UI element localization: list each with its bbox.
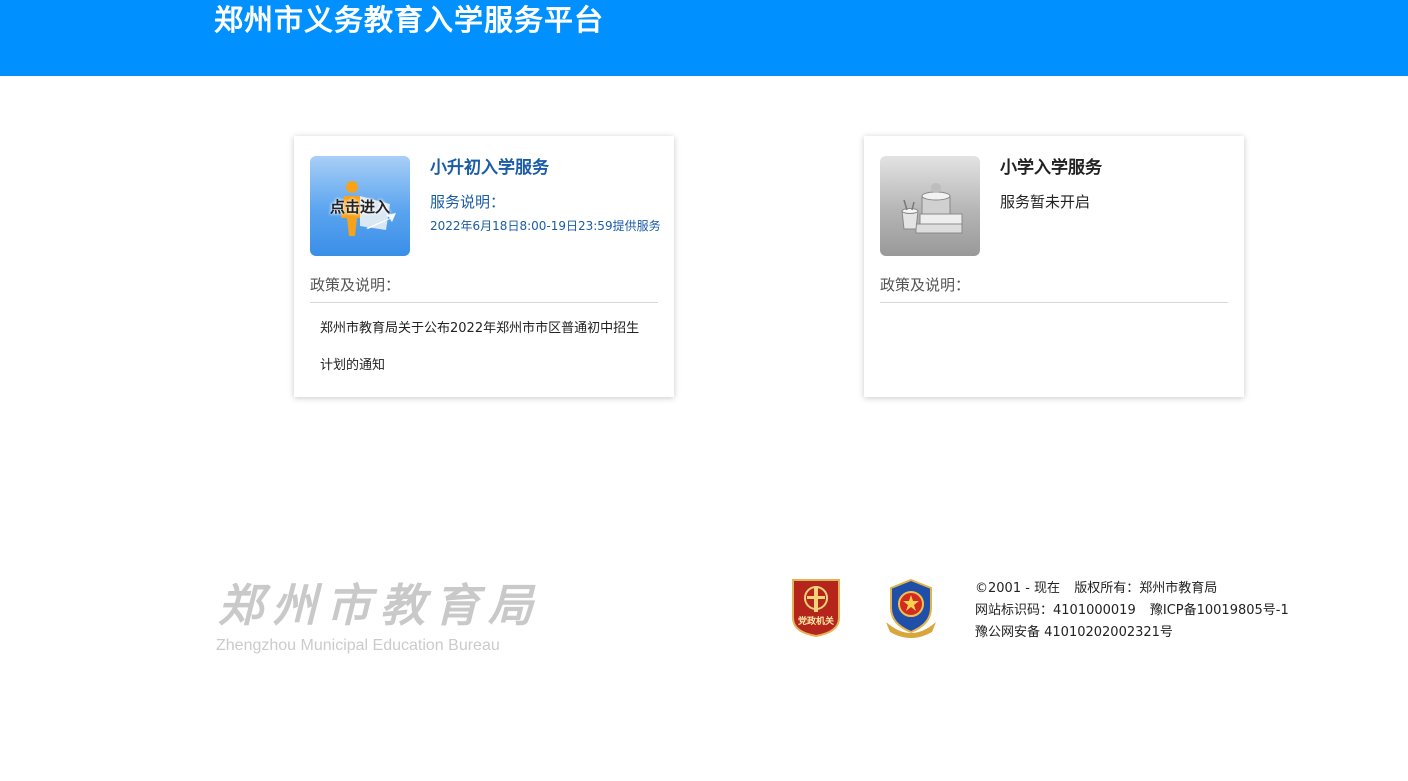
service-status-text: 服务暂未开启 [1000,193,1091,211]
copyright-info: ©2001 - 现在 版权所有：郑州市教育局 网站标识码：4101000019 … [975,578,1299,644]
primary-school-thumbnail[interactable] [880,156,980,256]
police-badge[interactable] [880,576,942,640]
primary-school-service-card: 小学入学服务 服务暂未开启 政策及说明： [864,136,1244,397]
copyright-line-1: ©2001 - 现在 版权所有：郑州市教育局 [975,578,1299,600]
copyright-line-2: 网站标识码：4101000019 豫ICP备10019805号-1 [975,600,1299,622]
icp-record-link[interactable]: 豫ICP备10019805号-1 [1150,603,1289,618]
divider [880,302,1228,303]
logo-english-text: Zhengzhou Municipal Education Bureau [216,637,500,654]
header-bar: 郑州市义务教育入学服务平台 [0,0,1408,76]
policy-label: 政策及说明： [880,276,971,294]
copyright-owner: 版权所有：郑州市教育局 [1074,581,1218,596]
party-badge-text: 党政机关 [797,617,834,627]
junior-school-enter-thumbnail[interactable]: 点击进入 [310,156,410,256]
primary-school-service-title: 小学入学服务 [1000,158,1102,178]
education-bureau-logo: 郑州市教育局 Zhengzhou Municipal Education Bur… [214,578,533,658]
divider [310,302,658,303]
site-title: 郑州市义务教育入学服务平台 [214,3,605,37]
public-security-record-link[interactable]: 豫公网安备 41010202002321号 [975,622,1299,644]
books-and-pencil-cup-icon [901,183,963,234]
copyright-years: ©2001 - 现在 [975,581,1061,596]
party-government-badge-icon [792,579,840,638]
policy-label: 政策及说明： [310,276,401,294]
party-government-badge[interactable]: 党政机关 [789,576,843,638]
site-id-code: 网站标识码：4101000019 [975,603,1136,618]
thumb-label: 点击进入 [329,198,390,216]
service-time-text: 2022年6月18日8:00-19日23:59提供服务 [430,219,661,233]
service-description-label: 服务说明： [430,193,506,211]
police-emblem-icon [886,578,936,638]
logo-chinese-text: 郑州市教育局 [218,579,543,632]
junior-school-service-title[interactable]: 小升初入学服务 [430,157,549,179]
policy-notice-link[interactable]: 郑州市教育局关于公布2022年郑州市市区普通初中招生计划的通知 [320,310,650,384]
junior-school-service-card: 点击进入 小升初入学服务 服务说明： 2022年6月18日8:00-19日23:… [294,136,674,397]
